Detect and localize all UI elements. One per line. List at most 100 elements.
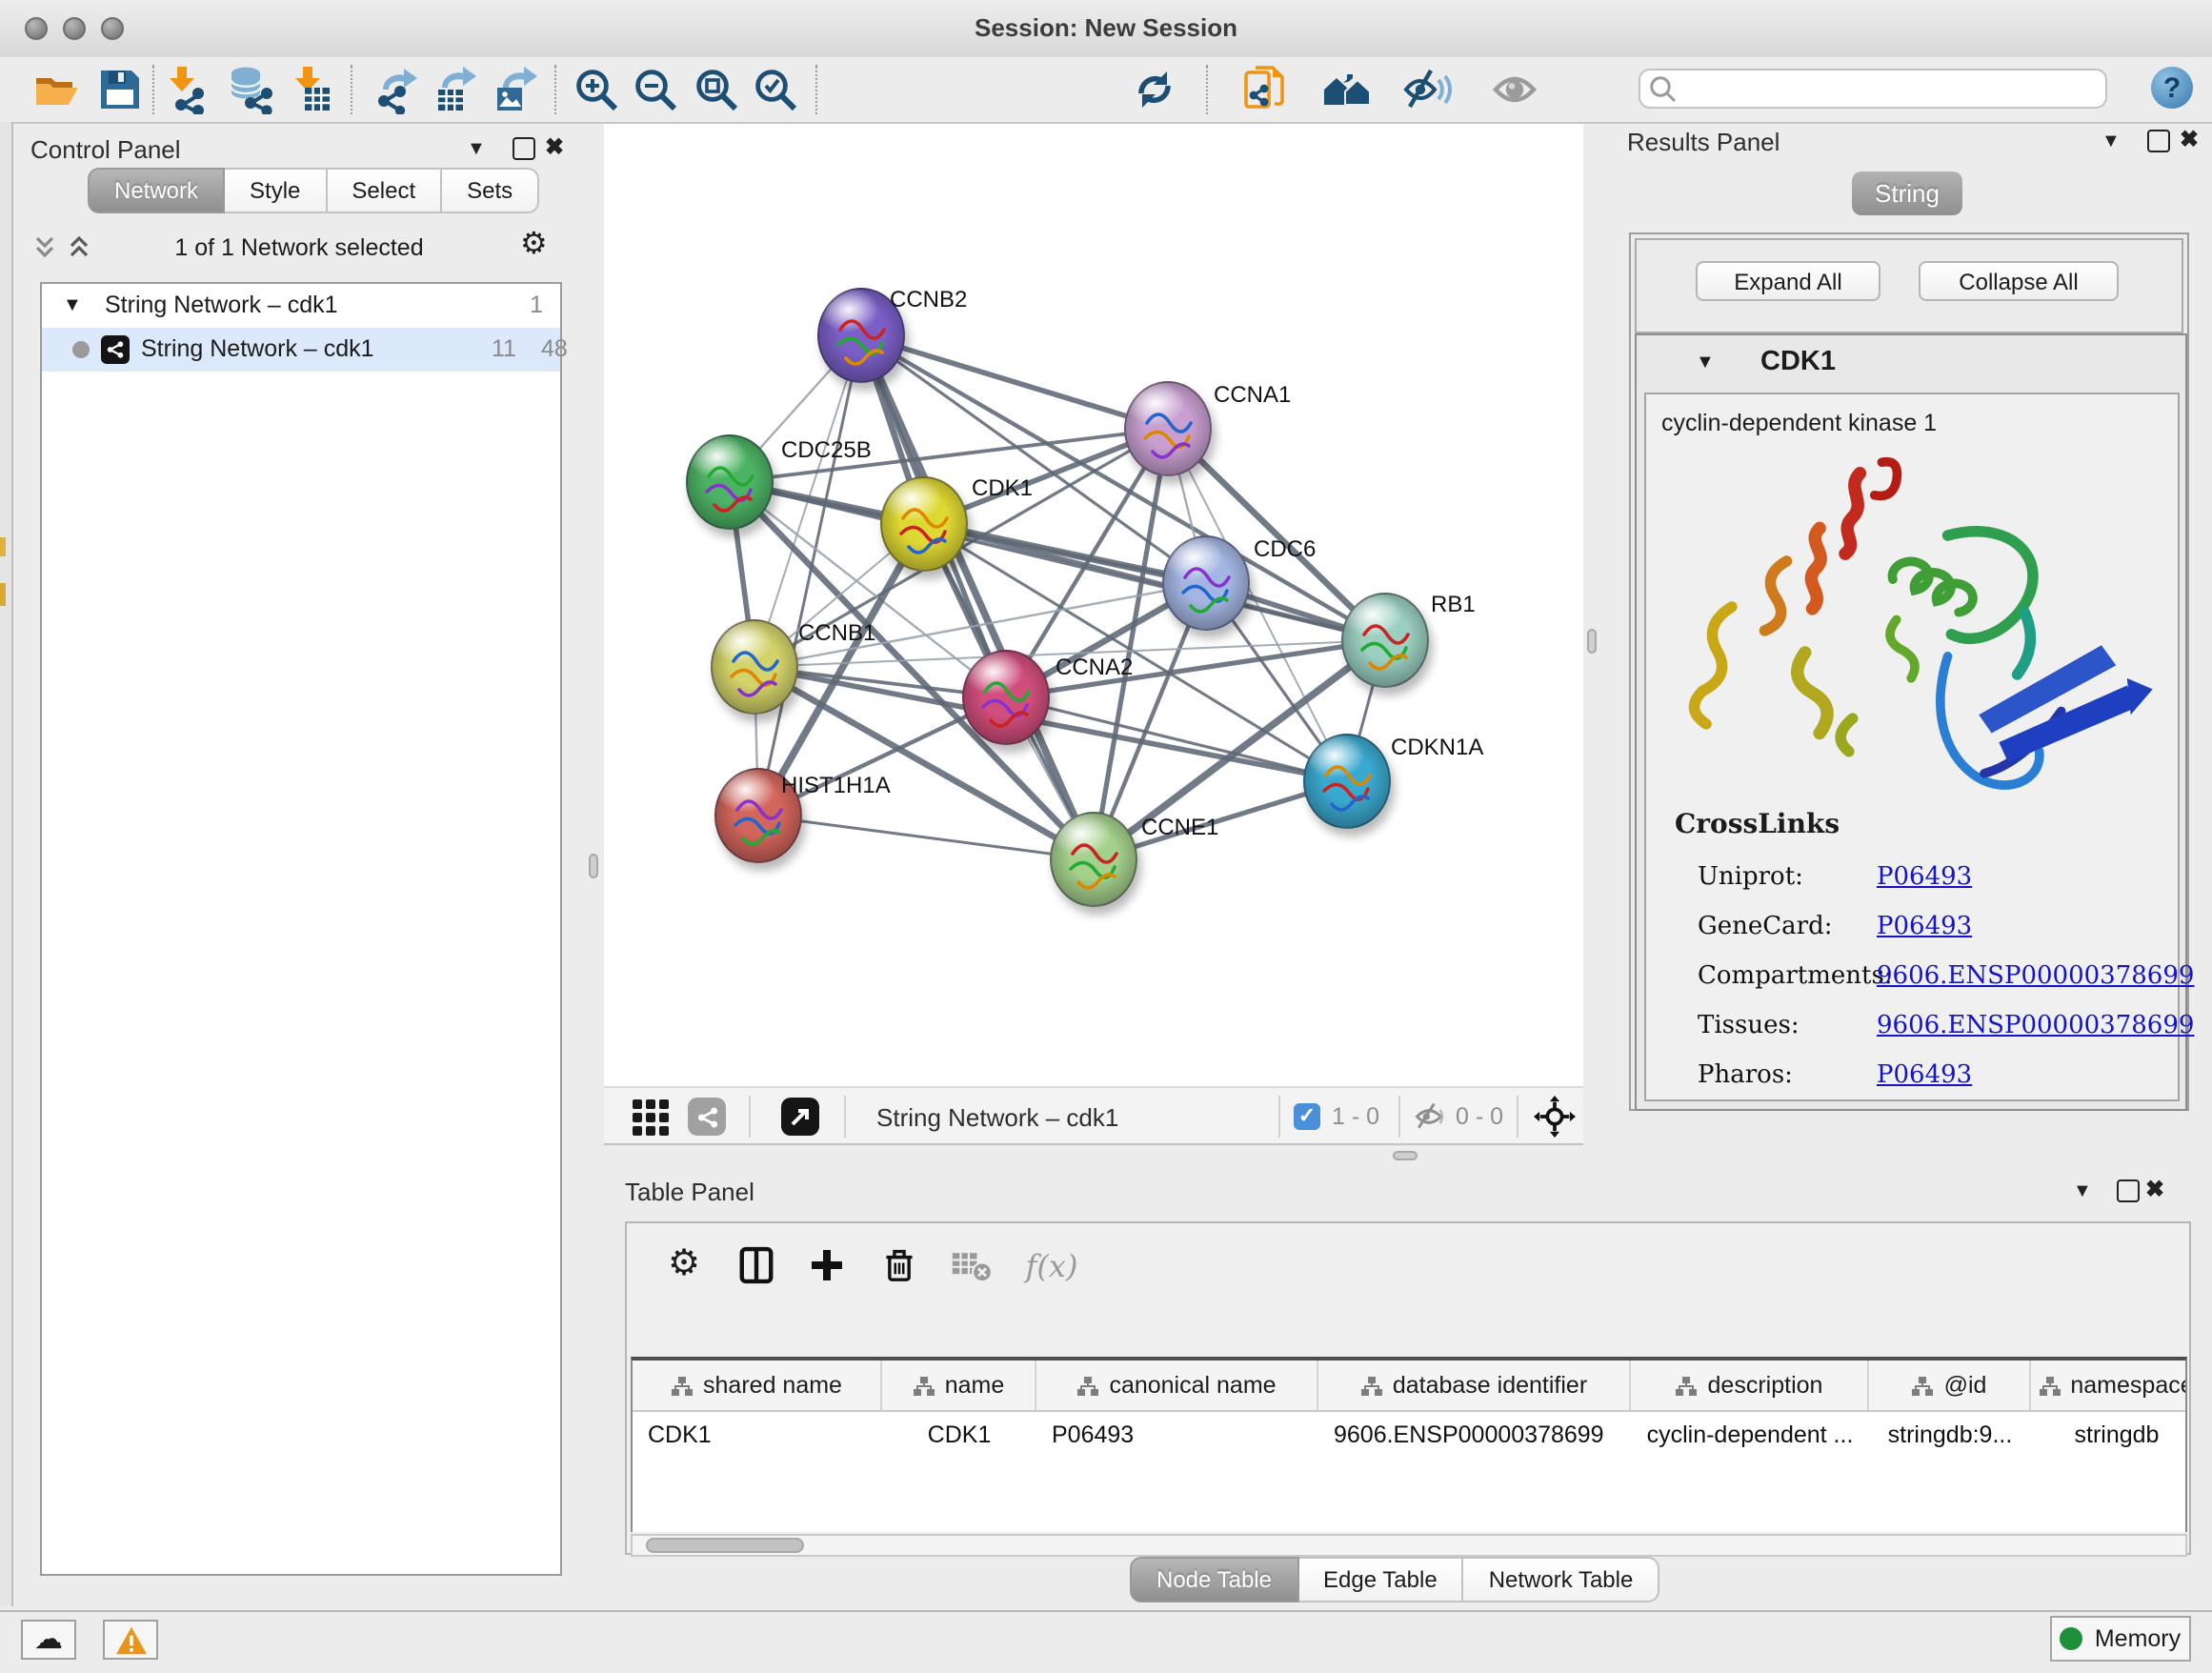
tab-network-table[interactable]: Network Table — [1464, 1557, 1660, 1602]
results-panel-dropdown-icon[interactable]: ▼ — [2101, 131, 2121, 154]
results-panel-float-icon[interactable] — [2147, 130, 2170, 152]
column-header-shared-name[interactable]: shared name — [633, 1361, 882, 1410]
network-edge-ccnb2-ccne1[interactable] — [861, 335, 1094, 859]
table-row[interactable]: CDK1CDK1P064939606.ENSP00000378699cyclin… — [633, 1412, 2185, 1458]
column-header-canonical-name[interactable]: canonical name — [1036, 1361, 1318, 1410]
network-node-label-ccnb1: CCNB1 — [798, 619, 875, 646]
zoom-out-button[interactable] — [629, 63, 682, 116]
network-tree-child-row[interactable]: String Network – cdk1 11 48 — [42, 328, 560, 372]
tab-style[interactable]: Style — [225, 168, 327, 213]
formula-builder-button-disabled[interactable]: f(x) — [1016, 1240, 1088, 1290]
memory-button[interactable]: Memory — [2050, 1616, 2191, 1662]
results-panel-close-icon[interactable]: ✖ — [2180, 128, 2199, 151]
table-panel-close-icon[interactable]: ✖ — [2145, 1178, 2164, 1200]
string-import-button[interactable] — [1238, 63, 1292, 116]
network-node-cdkn1a[interactable] — [1303, 734, 1391, 829]
network-edge-hist1h1a-ccne1[interactable] — [758, 816, 1094, 859]
open-session-button[interactable] — [30, 63, 84, 116]
column-header-database-identifier[interactable]: database identifier — [1318, 1361, 1631, 1410]
warnings-button[interactable] — [103, 1620, 158, 1660]
network-edge-ccnb2-ccna1[interactable] — [861, 335, 1168, 429]
tab-string[interactable]: String — [1852, 171, 1962, 215]
save-session-button[interactable] — [93, 63, 147, 116]
splitter-handle[interactable] — [589, 854, 598, 878]
expand-all-button[interactable]: Expand All — [1696, 261, 1880, 301]
table-horizontal-scrollbar[interactable] — [631, 1534, 2187, 1557]
collapse-all-button[interactable]: Collapse All — [1919, 261, 2119, 301]
fit-selected-button[interactable] — [1534, 1096, 1576, 1138]
network-node-ccna2[interactable] — [962, 650, 1050, 745]
crosslink-value-link[interactable]: P06493 — [1877, 1061, 1972, 1090]
detach-view-button[interactable] — [781, 1096, 819, 1138]
zoom-fit-button[interactable] — [690, 63, 743, 116]
table-options-button[interactable]: ⚙ — [659, 1240, 709, 1290]
column-header--id[interactable]: @id — [1869, 1361, 2031, 1410]
show-columns-button[interactable] — [732, 1240, 781, 1290]
network-edge-ccnb2-hist1h1a[interactable] — [758, 335, 861, 816]
table-panel-dropdown-icon[interactable]: ▼ — [2073, 1181, 2092, 1204]
tab-network[interactable]: Network — [88, 168, 225, 213]
network-canvas[interactable]: CCNB2CCNA1CDC25BCDK1CDC6RB1CCNB1CCNA2CDK… — [604, 124, 1583, 1086]
cloud-status-button[interactable]: ☁ — [21, 1620, 76, 1660]
string-home-button[interactable] — [1320, 63, 1374, 116]
network-options-gear-icon[interactable]: ⚙ — [520, 231, 548, 261]
refresh-view-button[interactable] — [1128, 63, 1181, 116]
help-button[interactable]: ? — [2151, 67, 2193, 109]
column-header-name[interactable]: name — [882, 1361, 1036, 1410]
tab-select[interactable]: Select — [327, 168, 442, 213]
column-header-description[interactable]: description — [1631, 1361, 1869, 1410]
toolbar-search-field[interactable] — [1639, 69, 2107, 109]
delete-columns-button[interactable] — [875, 1240, 924, 1290]
import-network-file-button[interactable] — [160, 63, 213, 116]
export-table-button[interactable] — [429, 63, 482, 116]
network-node-rb1[interactable] — [1341, 593, 1429, 688]
collapse-all-chevrons-icon[interactable] — [32, 234, 57, 259]
hidden-elements-button[interactable] — [1412, 1096, 1446, 1138]
add-function-button[interactable] — [802, 1240, 852, 1290]
show-hide-eye-button[interactable] — [1488, 63, 1541, 116]
export-network-icon — [370, 65, 419, 114]
network-node-cdk1[interactable] — [880, 476, 968, 572]
network-tree-root-row[interactable]: ▼ String Network – cdk1 1 — [42, 284, 560, 328]
birdseye-grid-button[interactable] — [633, 1096, 669, 1138]
column-source-icon — [2038, 1375, 2061, 1396]
tab-node-table[interactable]: Node Table — [1130, 1557, 1298, 1602]
window-titlebar[interactable]: Session: New Session — [0, 0, 2212, 59]
scrollbar-thumb[interactable] — [646, 1538, 804, 1553]
control-panel-dropdown-icon[interactable]: ▼ — [467, 139, 486, 162]
tab-sets[interactable]: Sets — [442, 168, 539, 213]
network-node-cdc25b[interactable] — [686, 434, 774, 530]
export-image-button[interactable] — [488, 63, 541, 116]
string-hide-glass-button[interactable] — [1400, 63, 1454, 116]
network-node-cdc6[interactable] — [1162, 535, 1250, 631]
table-panel: Table Panel ▼ ✖ ⚙ f(x) shared namenameca… — [613, 1168, 2202, 1606]
crosslink-value-link[interactable]: 9606.ENSP00000378699 — [1877, 1012, 2194, 1040]
selected-checkbox[interactable]: ✓ — [1294, 1096, 1320, 1138]
crosslink-value-link[interactable]: P06493 — [1877, 913, 1972, 941]
table-panel-float-icon[interactable] — [2117, 1179, 2140, 1202]
crosslink-row-compartments-: Compartments:9606.ENSP00000378699 — [1646, 962, 2178, 1004]
splitter-handle[interactable] — [1587, 629, 1597, 654]
control-panel-close-icon[interactable]: ✖ — [545, 135, 564, 158]
zoom-in-button[interactable] — [570, 63, 623, 116]
tab-edge-table[interactable]: Edge Table — [1298, 1557, 1464, 1602]
network-node-ccna1[interactable] — [1124, 381, 1212, 476]
network-node-ccne1[interactable] — [1050, 812, 1137, 907]
import-table-file-button[interactable] — [284, 63, 337, 116]
network-node-label-ccnb2: CCNB2 — [890, 286, 967, 312]
delete-table-button-disabled[interactable] — [947, 1240, 996, 1290]
export-network-button[interactable] — [368, 63, 421, 116]
zoom-selected-button[interactable] — [749, 63, 802, 116]
network-share-button[interactable] — [688, 1096, 726, 1138]
control-panel-float-icon[interactable] — [513, 137, 535, 160]
crosslink-value-link[interactable]: 9606.ENSP00000378699 — [1877, 962, 2194, 991]
import-network-database-button[interactable] — [223, 63, 276, 116]
gene-section-expander-icon[interactable]: ▼ — [1696, 353, 1715, 373]
expand-all-chevrons-icon[interactable] — [67, 234, 91, 259]
search-input[interactable] — [1679, 75, 2098, 102]
tree-expander-icon[interactable]: ▼ — [63, 295, 82, 316]
crosslink-value-link[interactable]: P06493 — [1877, 863, 1972, 892]
splitter-handle[interactable] — [1393, 1151, 1418, 1160]
network-node-ccnb1[interactable] — [711, 619, 798, 715]
column-header-namespace[interactable]: namespace — [2031, 1361, 2187, 1410]
